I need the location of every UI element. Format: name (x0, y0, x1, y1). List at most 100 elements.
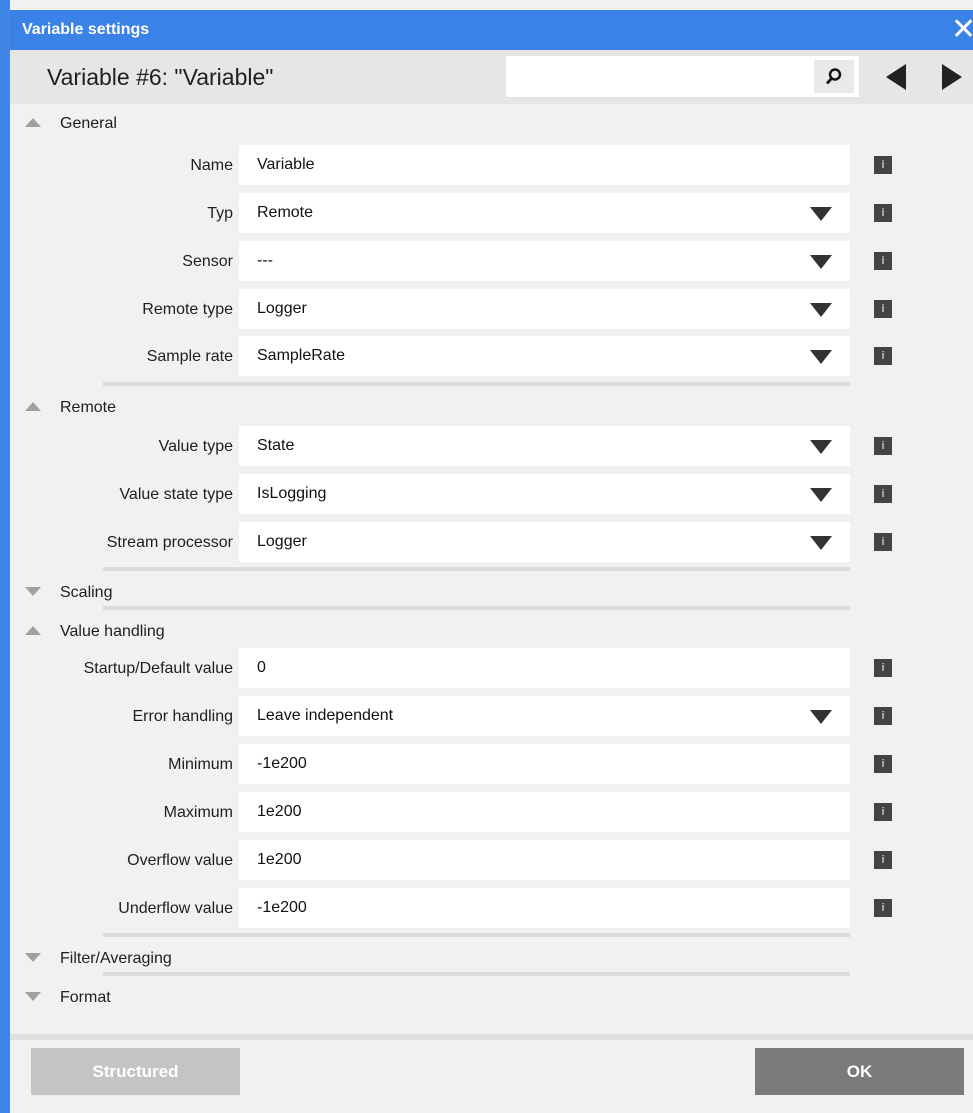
window-border-accent (0, 0, 10, 1113)
error-handling-label: Error handling (132, 708, 234, 725)
info-icon[interactable]: i (874, 300, 892, 318)
ok-button[interactable]: OK (755, 1048, 964, 1095)
info-icon[interactable]: i (874, 533, 892, 551)
section-label: Scaling (60, 584, 113, 601)
window-title: Variable settings (22, 21, 150, 38)
value-state-type-dropdown[interactable]: IsLogging (239, 474, 850, 514)
info-icon[interactable]: i (874, 156, 892, 174)
name-field[interactable]: Variable (239, 145, 850, 185)
section-label: Remote (60, 399, 117, 416)
search-input[interactable] (506, 56, 806, 97)
sample-rate-label: Sample rate (146, 348, 233, 365)
settings-content: General Name Variable i Typ Remote i Sen… (10, 104, 973, 1034)
stream-processor-value: Logger (257, 533, 307, 550)
value-type-value: State (257, 437, 295, 454)
section-divider (103, 382, 850, 386)
section-scaling-header[interactable]: Scaling (10, 578, 973, 608)
maximum-value: 1e200 (257, 803, 302, 820)
sensor-dropdown[interactable]: --- (239, 241, 850, 281)
value-type-dropdown[interactable]: State (239, 426, 850, 466)
section-value-handling-header[interactable]: Value handling (10, 617, 973, 647)
name-label: Name (190, 157, 233, 174)
chevron-down-icon (810, 303, 832, 317)
arrow-right-icon[interactable] (942, 64, 962, 90)
chevron-down-icon (810, 488, 832, 502)
info-icon[interactable]: i (874, 204, 892, 222)
info-icon[interactable]: i (874, 347, 892, 365)
minimum-field[interactable]: -1e200 (239, 744, 850, 784)
error-handling-value: Leave independent (257, 707, 394, 724)
typ-dropdown[interactable]: Remote (239, 193, 850, 233)
section-label: Filter/Averaging (60, 950, 172, 967)
expand-arrow-icon (25, 992, 41, 1001)
value-type-label: Value type (158, 438, 233, 455)
info-icon[interactable]: i (874, 899, 892, 917)
section-general-header[interactable]: General (10, 109, 973, 139)
value-state-type-value: IsLogging (257, 485, 327, 502)
overflow-label: Overflow value (127, 852, 233, 869)
search-button[interactable] (814, 60, 854, 93)
info-icon[interactable]: i (874, 437, 892, 455)
stream-processor-dropdown[interactable]: Logger (239, 522, 850, 562)
section-label: General (60, 115, 117, 132)
structured-button[interactable]: Structured (31, 1048, 240, 1095)
arrow-left-icon[interactable] (886, 64, 906, 90)
section-divider (103, 933, 850, 937)
section-format-header[interactable]: Format (10, 983, 973, 1013)
expand-arrow-icon (25, 953, 41, 962)
chevron-down-icon (810, 350, 832, 364)
section-divider (103, 972, 850, 976)
sample-rate-value: SampleRate (257, 347, 346, 364)
variable-header: Variable #6: "Variable" (10, 50, 973, 104)
info-icon[interactable]: i (874, 707, 892, 725)
search-box (505, 55, 860, 98)
underflow-label: Underflow value (118, 900, 233, 917)
footer-divider (10, 1034, 973, 1040)
remote-type-label: Remote type (142, 301, 233, 318)
value-state-type-label: Value state type (119, 486, 233, 503)
underflow-field[interactable]: -1e200 (239, 888, 850, 928)
chevron-down-icon (810, 710, 832, 724)
section-label: Value handling (60, 623, 165, 640)
chevron-down-icon (810, 440, 832, 454)
info-icon[interactable]: i (874, 803, 892, 821)
info-icon[interactable]: i (874, 252, 892, 270)
variable-settings-window: Variable settings ✕ Variable #6: "Variab… (0, 0, 973, 1113)
overflow-value: 1e200 (257, 851, 302, 868)
stream-processor-label: Stream processor (106, 534, 233, 551)
info-icon[interactable]: i (874, 485, 892, 503)
remote-type-dropdown[interactable]: Logger (239, 289, 850, 329)
sensor-value: --- (257, 252, 273, 269)
section-label: Format (60, 989, 111, 1006)
startup-default-value: 0 (257, 659, 266, 676)
close-icon[interactable]: ✕ (951, 12, 973, 48)
collapse-arrow-icon (25, 626, 41, 635)
search-icon (826, 68, 842, 85)
overflow-field[interactable]: 1e200 (239, 840, 850, 880)
section-divider (103, 567, 850, 571)
collapse-arrow-icon (25, 402, 41, 411)
sample-rate-dropdown[interactable]: SampleRate (239, 336, 850, 376)
startup-default-field[interactable]: 0 (239, 648, 850, 688)
section-filter-header[interactable]: Filter/Averaging (10, 944, 973, 974)
info-icon[interactable]: i (874, 659, 892, 677)
startup-default-label: Startup/Default value (83, 660, 233, 677)
title-bar: Variable settings ✕ (10, 10, 973, 50)
maximum-field[interactable]: 1e200 (239, 792, 850, 832)
name-value: Variable (257, 156, 315, 173)
minimum-label: Minimum (168, 756, 233, 773)
error-handling-dropdown[interactable]: Leave independent (239, 696, 850, 736)
typ-value: Remote (257, 204, 314, 221)
typ-label: Typ (207, 205, 233, 222)
section-remote-header[interactable]: Remote (10, 393, 973, 423)
remote-type-value: Logger (257, 300, 307, 317)
underflow-value: -1e200 (257, 899, 307, 916)
info-icon[interactable]: i (874, 755, 892, 773)
sensor-label: Sensor (182, 253, 233, 270)
maximum-label: Maximum (163, 804, 233, 821)
chevron-down-icon (810, 207, 832, 221)
info-icon[interactable]: i (874, 851, 892, 869)
section-divider (103, 606, 850, 610)
expand-arrow-icon (25, 587, 41, 596)
minimum-value: -1e200 (257, 755, 307, 772)
